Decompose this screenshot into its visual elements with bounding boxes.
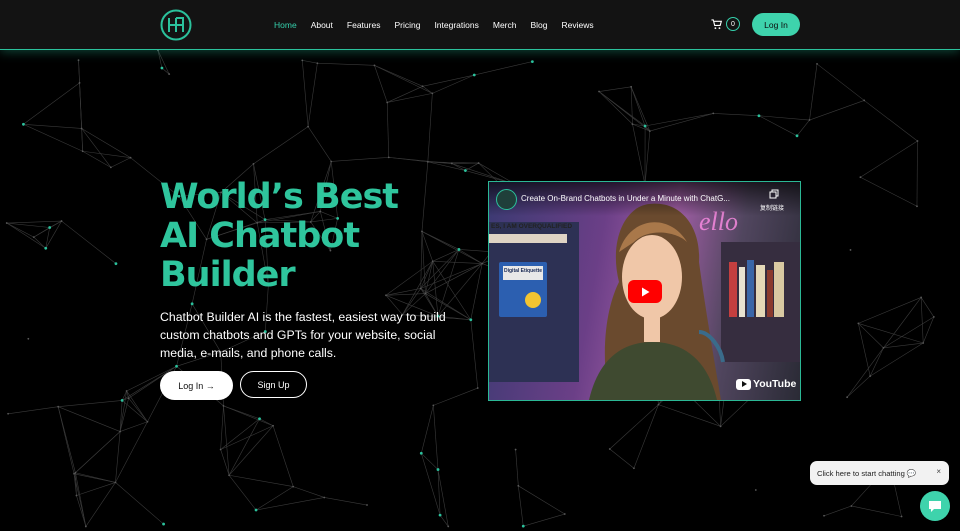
- chat-launcher-button[interactable]: [920, 491, 950, 521]
- chat-prompt[interactable]: Click here to start chatting 💬 ×: [810, 461, 949, 485]
- video-book-text: Digital Etiquette: [504, 268, 543, 274]
- youtube-logo[interactable]: YouTube: [736, 378, 796, 390]
- video-banner-text: ES, I AM OVERQUALIFIED: [491, 223, 573, 230]
- copy-link-label[interactable]: 复制链接: [760, 203, 784, 212]
- hero-login-button[interactable]: Log In →: [160, 371, 233, 400]
- nav-about[interactable]: About: [311, 20, 333, 30]
- play-button[interactable]: [628, 280, 662, 303]
- play-icon: [642, 287, 650, 296]
- header-login-button[interactable]: Log In: [752, 13, 800, 36]
- chat-prompt-text: Click here to start chatting 💬: [817, 468, 917, 478]
- brand-logo[interactable]: [160, 9, 192, 41]
- youtube-label: YouTube: [753, 378, 797, 390]
- cart-button[interactable]: 0: [711, 17, 740, 31]
- chat-icon: [929, 501, 941, 512]
- hero-title-line: World’s Best: [160, 177, 399, 217]
- nav-pricing[interactable]: Pricing: [394, 20, 420, 30]
- main-nav: Home About Features Pricing Integrations…: [274, 0, 594, 49]
- copy-link-icon[interactable]: [769, 189, 779, 199]
- hero-signup-button[interactable]: Sign Up: [240, 371, 307, 398]
- nav-reviews[interactable]: Reviews: [562, 20, 594, 30]
- network-background: [5, 50, 935, 528]
- hero-title: World’s Best AI Chatbot Builder: [160, 178, 460, 295]
- nav-merch[interactable]: Merch: [493, 20, 517, 30]
- video-embed[interactable]: ello Create On-Brand Chatbots in Under a…: [488, 181, 801, 401]
- youtube-icon: [736, 378, 751, 390]
- close-icon[interactable]: ×: [936, 467, 941, 476]
- channel-avatar[interactable]: [496, 189, 517, 210]
- site-header: Home About Features Pricing Integrations…: [0, 0, 960, 50]
- nav-home[interactable]: Home: [274, 20, 297, 30]
- cart-icon: [711, 18, 722, 29]
- nav-blog[interactable]: Blog: [530, 20, 547, 30]
- nav-features[interactable]: Features: [347, 20, 381, 30]
- hero-subtitle: Chatbot Builder AI is the fastest, easie…: [160, 310, 446, 360]
- cart-count-badge: 0: [726, 17, 740, 31]
- hero-title-line: AI Chatbot: [160, 216, 360, 256]
- hero-title-line: Builder: [160, 255, 296, 295]
- nav-integrations[interactable]: Integrations: [434, 20, 478, 30]
- video-title[interactable]: Create On-Brand Chatbots in Under a Minu…: [521, 194, 761, 203]
